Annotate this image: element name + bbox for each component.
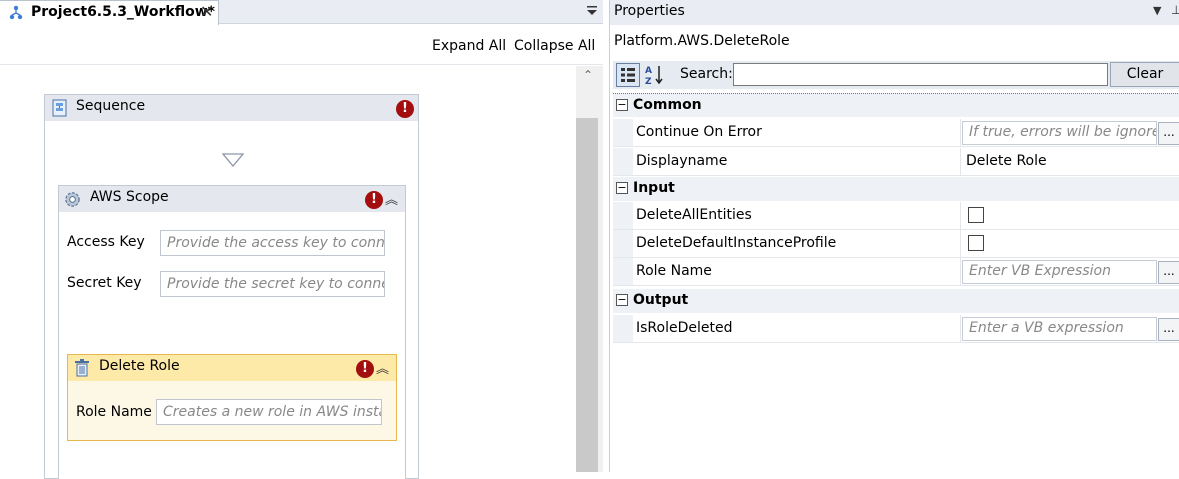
collapse-all-link[interactable]: Collapse All: [514, 38, 595, 54]
sequence-activity[interactable]: Sequence ! AWS Scope ! ︽ Access Key Prov…: [44, 94, 419, 479]
aws-scope-header: AWS Scope ! ︽: [59, 186, 405, 212]
collapse-category-icon[interactable]: −: [616, 294, 628, 306]
expression-editor-button[interactable]: ...: [1158, 122, 1179, 145]
column-separator: [960, 315, 961, 342]
delete-role-title: Delete Role: [99, 358, 180, 374]
svg-text:A: A: [645, 66, 652, 76]
property-row-is-role-deleted[interactable]: IsRoleDeleted Enter a VB expression ...: [613, 315, 1179, 343]
search-label: Search:: [680, 66, 733, 82]
row-gutter: [613, 119, 633, 146]
column-separator: [960, 148, 961, 175]
tab-dropdown-icon[interactable]: [586, 4, 598, 18]
delete-all-entities-checkbox[interactable]: [968, 207, 984, 223]
property-row-delete-all-entities[interactable]: DeleteAllEntities: [613, 202, 1179, 230]
trash-icon: [75, 359, 89, 377]
secret-key-label: Secret Key: [67, 275, 142, 291]
gear-icon: [65, 192, 80, 207]
category-name: Output: [633, 292, 689, 308]
row-gutter: [613, 148, 633, 175]
properties-search-row: A Z Search: Clear: [613, 61, 1179, 89]
pin-icon[interactable]: ⊥: [1171, 3, 1179, 17]
designer-toolbar: Expand All Collapse All: [0, 25, 603, 65]
continue-on-error-input[interactable]: If true, errors will be ignored: [962, 121, 1157, 145]
property-name: IsRoleDeleted: [636, 320, 733, 336]
access-key-input[interactable]: Provide the access key to connect: [160, 230, 385, 256]
workflow-icon: [9, 5, 23, 20]
sequence-title: Sequence: [76, 98, 146, 114]
secret-key-input[interactable]: Provide the secret key to connect: [160, 271, 385, 297]
categorized-view-button[interactable]: [616, 63, 640, 87]
role-name-input[interactable]: Creates a new role in AWS instance: [156, 399, 382, 425]
svg-text:Z: Z: [645, 77, 652, 87]
category-output[interactable]: − Output: [613, 289, 1179, 313]
property-name: Displayname: [636, 153, 728, 169]
expression-editor-button[interactable]: ...: [1158, 261, 1179, 284]
property-row-delete-default-instance-profile[interactable]: DeleteDefaultInstanceProfile: [613, 230, 1179, 258]
aws-scope-title: AWS Scope: [90, 189, 169, 205]
delete-role-activity[interactable]: Delete Role ! ︽ Role Name Creates a new …: [67, 354, 397, 441]
clear-button[interactable]: Clear: [1110, 62, 1179, 87]
drop-target-arrow-icon: [222, 153, 244, 167]
property-name: DeleteDefaultInstanceProfile: [636, 235, 837, 251]
designer-canvas: Sequence ! AWS Scope ! ︽ Access Key Prov…: [0, 66, 576, 479]
category-input[interactable]: − Input: [613, 177, 1179, 201]
category-name: Input: [633, 180, 675, 196]
properties-panel: Properties ▼ ⊥ Platform.AWS.DeleteRole A…: [609, 0, 1179, 472]
property-name: Role Name: [636, 263, 712, 279]
selected-type-name: Platform.AWS.DeleteRole: [614, 33, 790, 49]
role-name-expression-input[interactable]: Enter VB Expression: [962, 260, 1157, 284]
close-icon[interactable]: ✕: [200, 2, 213, 21]
properties-titlebar: Properties ▼ ⊥: [610, 0, 1179, 25]
row-gutter: [613, 315, 633, 342]
scrollbar-thumb[interactable]: [576, 118, 598, 472]
workflow-designer: Project6.5.3_Workflow* ✕ Expand All Coll…: [0, 0, 603, 479]
collapse-category-icon[interactable]: −: [616, 182, 628, 194]
vertical-scrollbar[interactable]: ⌃: [576, 66, 603, 472]
collapse-category-icon[interactable]: −: [616, 99, 628, 111]
delete-default-instance-profile-checkbox[interactable]: [968, 235, 984, 251]
property-row-role-name[interactable]: Role Name Enter VB Expression ...: [613, 258, 1179, 286]
property-row-displayname[interactable]: Displayname Delete Role: [613, 148, 1179, 176]
error-icon: !: [356, 360, 374, 378]
property-row-continue-on-error[interactable]: Continue On Error If true, errors will b…: [613, 119, 1179, 147]
sequence-icon: [52, 99, 67, 117]
alphabetical-view-button[interactable]: A Z: [643, 63, 667, 87]
row-gutter: [613, 202, 633, 229]
search-input[interactable]: [733, 63, 1108, 86]
column-separator: [960, 230, 961, 257]
displayname-value[interactable]: Delete Role: [966, 153, 1047, 175]
categorized-icon: [621, 68, 635, 82]
properties-title: Properties: [614, 3, 685, 19]
error-icon: !: [396, 100, 414, 118]
document-tab-bar: Project6.5.3_Workflow* ✕: [0, 0, 603, 25]
column-separator: [960, 258, 961, 285]
category-common[interactable]: − Common: [613, 93, 1179, 117]
expression-editor-button[interactable]: ...: [1158, 318, 1179, 341]
collapse-icon[interactable]: ︽: [376, 358, 389, 377]
column-separator: [960, 119, 961, 146]
row-gutter: [613, 258, 633, 285]
access-key-label: Access Key: [67, 234, 145, 250]
document-tab[interactable]: Project6.5.3_Workflow* ✕: [0, 0, 219, 25]
property-name: DeleteAllEntities: [636, 207, 752, 223]
property-name: Continue On Error: [636, 124, 762, 140]
category-name: Common: [633, 97, 702, 113]
error-icon: !: [365, 191, 383, 209]
sort-alpha-icon: A Z: [645, 66, 663, 87]
expand-all-link[interactable]: Expand All: [432, 38, 506, 54]
document-tab-title: Project6.5.3_Workflow*: [31, 4, 215, 20]
aws-scope-activity[interactable]: AWS Scope ! ︽ Access Key Provide the acc…: [58, 185, 406, 479]
panel-menu-icon[interactable]: ▼: [1153, 4, 1161, 17]
role-name-label: Role Name: [76, 404, 152, 420]
delete-role-header: Delete Role ! ︽: [68, 355, 396, 381]
row-gutter: [613, 230, 633, 257]
scroll-up-icon[interactable]: ⌃: [583, 68, 593, 82]
column-separator: [960, 202, 961, 229]
sequence-header: Sequence !: [45, 95, 418, 121]
collapse-icon[interactable]: ︽: [385, 189, 398, 208]
is-role-deleted-expression-input[interactable]: Enter a VB expression: [962, 317, 1157, 341]
